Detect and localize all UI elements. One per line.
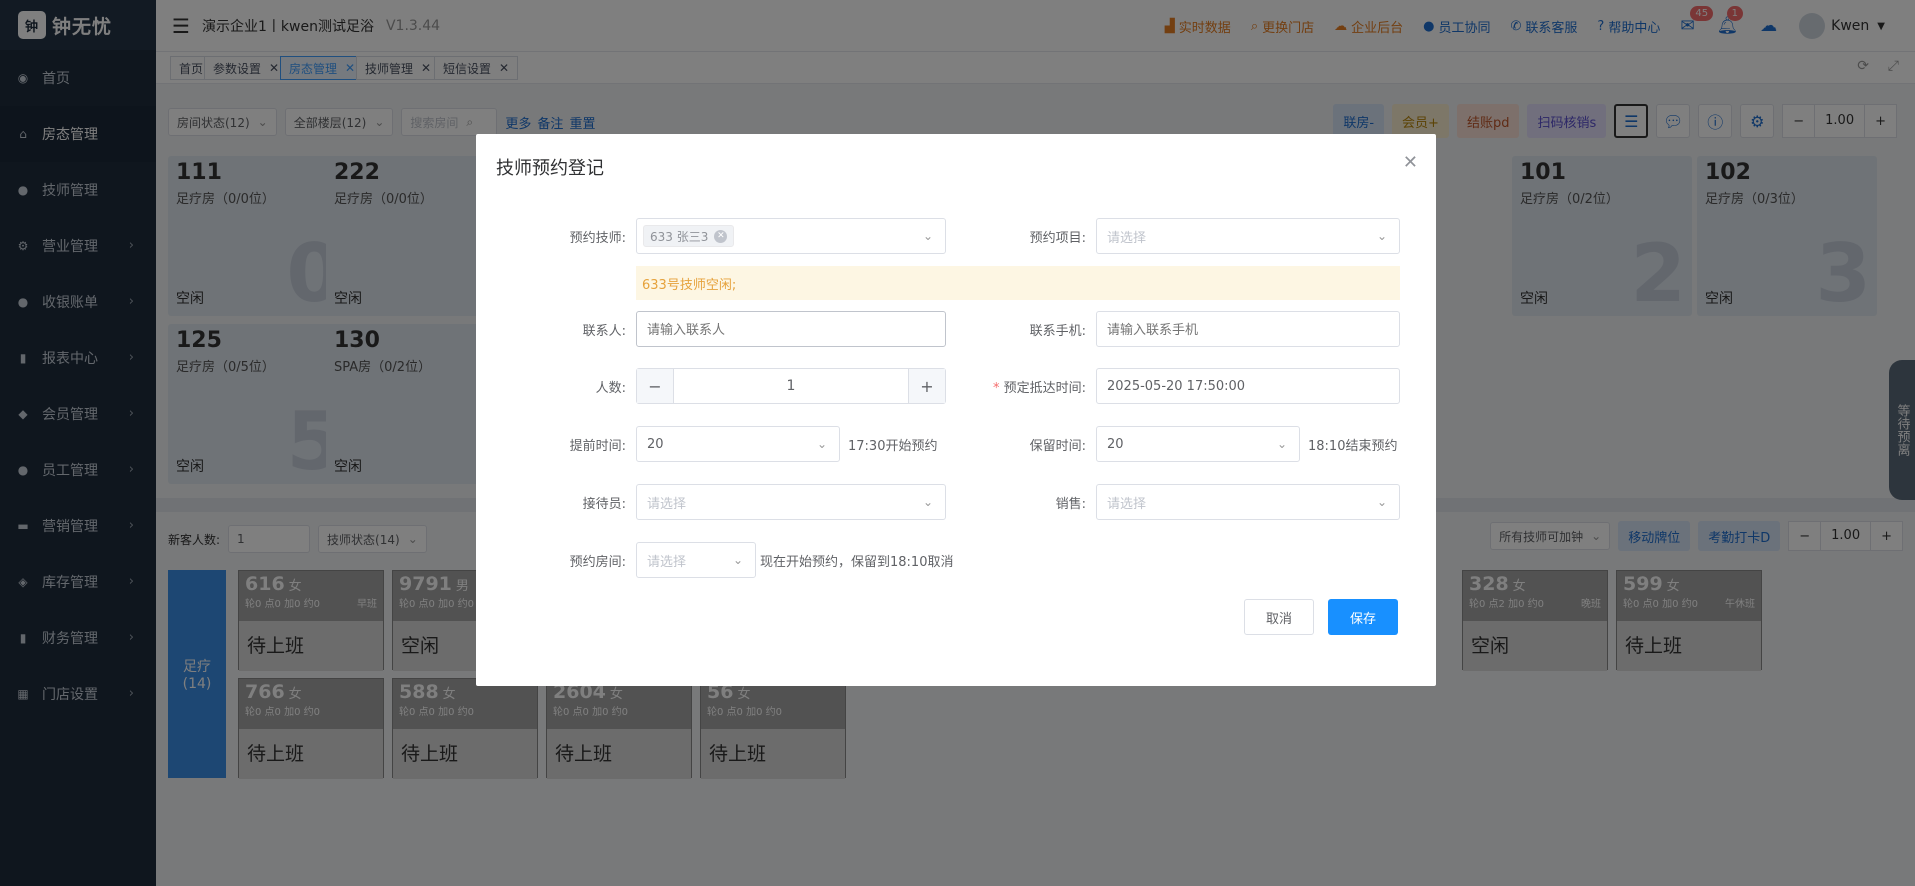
receptionist-placeholder: 请选择: [647, 496, 687, 512]
receptionist-select[interactable]: 请选择 ⌄: [636, 484, 946, 520]
chevron-down-icon: ⌄: [1376, 229, 1387, 243]
tech-tag-text: 633 张三3: [650, 229, 709, 244]
project-label: 预约项目:: [1029, 231, 1086, 246]
required-mark: *: [992, 381, 1004, 396]
phone-label: 联系手机:: [1029, 324, 1086, 339]
cancel-button[interactable]: 取消: [1244, 599, 1314, 635]
advance-label: 提前时间:: [569, 439, 626, 454]
arrival-time-input[interactable]: 2025-05-20 17:50:00: [1096, 368, 1400, 404]
chevron-down-icon: ⌄: [1376, 495, 1387, 509]
close-icon[interactable]: ✕: [1403, 152, 1418, 173]
people-label: 人数:: [595, 381, 626, 396]
keep-label: 保留时间:: [1029, 439, 1086, 454]
keep-select[interactable]: 20 ⌄: [1096, 426, 1300, 462]
chevron-down-icon: ⌄: [1276, 437, 1287, 451]
advance-value: 20: [647, 436, 664, 452]
people-value[interactable]: 1: [673, 369, 909, 403]
sales-label: 销售:: [1055, 497, 1086, 512]
contact-label: 联系人:: [582, 324, 626, 339]
arrival-label-text: 预定抵达时间:: [1003, 381, 1086, 396]
receptionist-label: 接待员:: [582, 497, 626, 512]
chevron-down-icon: ⌄: [732, 553, 743, 567]
chevron-down-icon: ⌄: [816, 437, 827, 451]
chevron-down-icon: ⌄: [922, 229, 933, 243]
phone-input[interactable]: [1096, 311, 1400, 347]
project-select[interactable]: 请选择 ⌄: [1096, 218, 1400, 254]
booking-dialog: 技师预约登记 ✕ 预约技师: 633 张三3 ✕ ⌄ 预约项目: 请选择 ⌄ 633…: [476, 134, 1436, 686]
dialog-title: 技师预约登记: [496, 158, 604, 179]
project-placeholder: 请选择: [1107, 230, 1147, 246]
sales-select[interactable]: 请选择 ⌄: [1096, 484, 1400, 520]
tech-label: 预约技师:: [569, 231, 626, 246]
warning-banner: 633号技师空闲;: [636, 266, 1400, 300]
keep-value: 20: [1107, 436, 1124, 452]
tag-close-icon[interactable]: ✕: [714, 229, 728, 243]
contact-input[interactable]: [636, 311, 946, 347]
room-select[interactable]: 请选择 ⌄: [636, 542, 756, 578]
save-button[interactable]: 保存: [1328, 599, 1398, 635]
sales-placeholder: 请选择: [1107, 496, 1147, 512]
tech-select[interactable]: 633 张三3 ✕ ⌄: [636, 218, 946, 254]
people-stepper: − 1 +: [636, 368, 946, 404]
room-placeholder: 请选择: [647, 554, 687, 570]
keep-hint: 18:10结束预约: [1308, 439, 1398, 454]
advance-hint: 17:30开始预约: [848, 439, 938, 454]
tech-tag: 633 张三3 ✕: [643, 225, 735, 247]
advance-select[interactable]: 20 ⌄: [636, 426, 840, 462]
room-label: 预约房间:: [569, 555, 626, 570]
arrival-label: * 预定抵达时间:: [936, 377, 1086, 396]
chevron-down-icon: ⌄: [922, 495, 933, 509]
decrement-button[interactable]: −: [637, 369, 673, 403]
room-hint: 现在开始预约，保留到18:10取消: [760, 555, 954, 570]
